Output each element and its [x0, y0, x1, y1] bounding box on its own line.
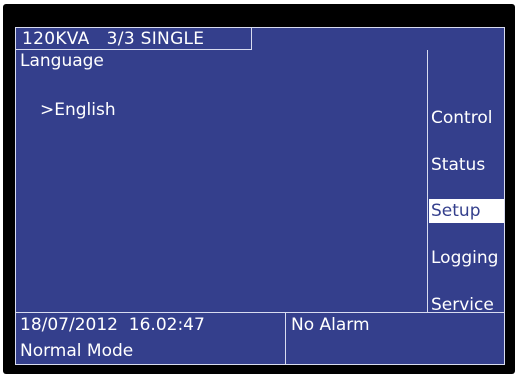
- date-time: 18/07/2012 16.02:47: [20, 315, 205, 335]
- menu-divider: [427, 50, 428, 312]
- header-bar: 120KVA 3/3 SINGLE: [16, 28, 252, 50]
- alarm-status: No Alarm: [291, 315, 370, 335]
- menu-item-setup[interactable]: Setup: [429, 199, 504, 223]
- language-option-english[interactable]: >English: [40, 100, 116, 120]
- footer-divider: [16, 312, 504, 313]
- menu-item-status[interactable]: Status: [429, 153, 504, 177]
- unit-title: 120KVA 3/3 SINGLE: [22, 29, 205, 49]
- menu-item-control[interactable]: Control: [429, 106, 504, 130]
- menu-item-logging[interactable]: Logging: [429, 246, 504, 270]
- status-divider: [285, 312, 286, 364]
- lcd-screen: 120KVA 3/3 SINGLE Language >English Cont…: [15, 27, 505, 365]
- menu-item-service[interactable]: Service: [429, 293, 504, 317]
- page-title: Language: [20, 51, 104, 71]
- operating-mode: Normal Mode: [20, 341, 134, 361]
